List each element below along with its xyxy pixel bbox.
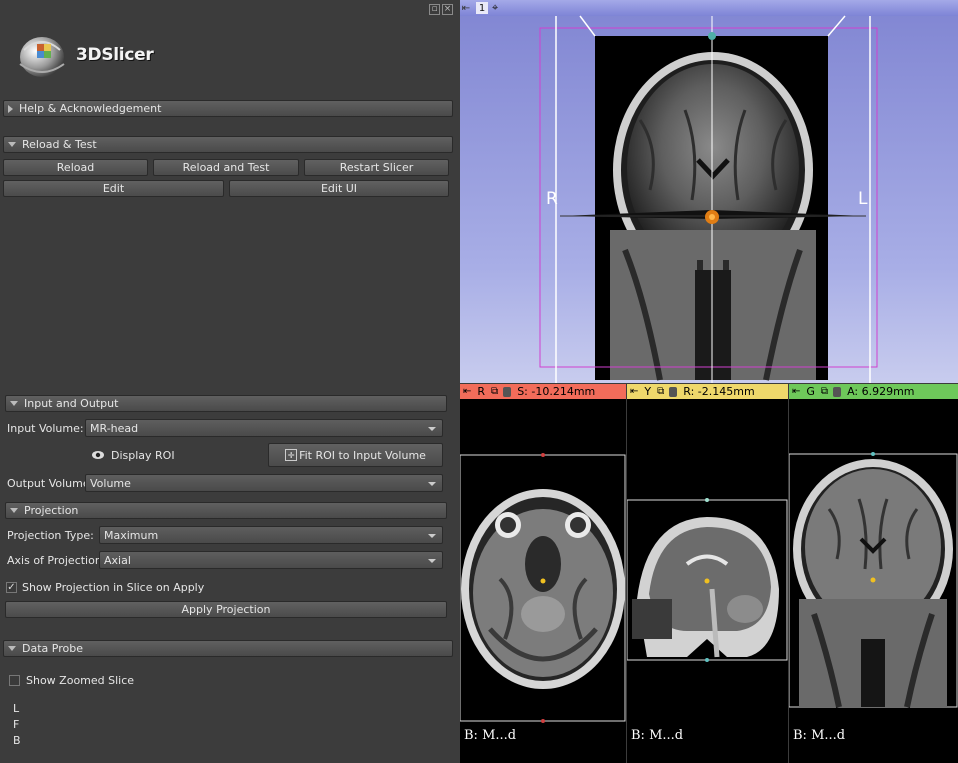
sagittal-image — [627, 498, 788, 662]
green-slice-view[interactable]: ⇤ G ⧉ A: 6.929mm B: M...d — [789, 384, 958, 763]
data-probe-section-header[interactable]: Data Probe — [3, 640, 453, 657]
3d-orientation-r: R — [546, 189, 558, 209]
zoomed-slice-checkbox[interactable] — [9, 675, 20, 686]
float-icon[interactable]: ▫ — [429, 4, 440, 15]
collapse-arrow-icon — [8, 142, 16, 147]
red-slice-view[interactable]: ⇤ R ⧉ S: -10.214mm B: M...d — [460, 384, 626, 763]
section-title: Data Probe — [22, 642, 83, 655]
projection-type-label: Projection Type: — [7, 529, 94, 542]
slice-offset: S: -10.214mm — [517, 385, 596, 398]
target-icon: ✛ — [285, 449, 298, 461]
edit-button[interactable]: Edit — [3, 180, 224, 197]
pin-icon[interactable]: ⇤ — [630, 386, 638, 397]
collapse-arrow-icon — [10, 401, 18, 406]
input-volume-select[interactable]: MR-head — [85, 419, 443, 437]
section-title: Projection — [24, 504, 79, 517]
app-logo-text: 3DSlicer — [76, 45, 154, 65]
restart-slicer-button[interactable]: Restart Slicer — [304, 159, 449, 176]
input-volume-value: MR-head — [90, 421, 139, 435]
projection-type-select[interactable]: Maximum — [99, 526, 443, 544]
green-slice-controller-bar: ⇤ G ⧉ A: 6.929mm — [789, 384, 958, 399]
chevron-down-icon — [428, 482, 436, 486]
axial-image — [460, 453, 626, 723]
chevron-down-icon — [428, 427, 436, 431]
3d-view[interactable]: ⇤ 1 ⌖ R L — [460, 0, 958, 383]
3d-render: R L — [539, 15, 878, 383]
coronal-image — [789, 452, 958, 708]
chevron-down-icon — [428, 559, 436, 563]
3d-orientation-l: L — [858, 189, 868, 209]
slice-letter: G — [806, 385, 815, 398]
slicer-logo-icon — [19, 37, 65, 77]
show-projection-label: Show Projection in Slice on Apply — [22, 581, 205, 594]
pin-icon[interactable]: ⇤ — [463, 386, 471, 397]
section-title: Input and Output — [24, 397, 119, 410]
module-panel: ▫ × 3DSlicer Help & Acknowledgement Relo… — [0, 0, 459, 763]
slice-letter: Y — [644, 385, 652, 398]
output-volume-label: Output Volume: — [7, 477, 94, 490]
link-icon[interactable]: ⧉ — [821, 386, 828, 397]
projection-type-value: Maximum — [104, 528, 159, 542]
link-icon[interactable]: ⧉ — [657, 386, 664, 397]
collapse-arrow-icon — [8, 646, 16, 651]
eye-icon[interactable] — [91, 450, 105, 460]
slice-letter: R — [477, 385, 486, 398]
section-title: Reload & Test — [22, 138, 97, 151]
close-icon[interactable]: × — [442, 4, 453, 15]
reload-and-test-button[interactable]: Reload and Test — [153, 159, 299, 176]
io-section-header[interactable]: Input and Output — [5, 395, 447, 412]
visibility-icon[interactable] — [503, 386, 512, 397]
background-layer-label: B: M...d — [631, 728, 684, 743]
fit-roi-button[interactable]: ✛ Fit ROI to Input Volume — [268, 443, 443, 467]
projection-section-header[interactable]: Projection — [5, 502, 447, 519]
probe-layer-b: B — [13, 734, 21, 747]
background-layer-label: B: M...d — [464, 728, 517, 743]
pin-icon[interactable]: ⇤ — [792, 386, 800, 397]
visibility-icon[interactable] — [669, 386, 678, 397]
collapse-arrow-icon — [10, 508, 18, 513]
yellow-slice-controller-bar: ⇤ Y ⧉ R: -2.145mm — [627, 384, 788, 399]
background-layer-label: B: M...d — [793, 728, 846, 743]
slice-offset: R: -2.145mm — [683, 385, 755, 398]
dock-controls: ▫ × — [429, 4, 453, 15]
output-volume-select[interactable]: Volume — [85, 474, 443, 492]
fit-roi-label: Fit ROI to Input Volume — [299, 448, 426, 462]
reload-section-header[interactable]: Reload & Test — [3, 136, 453, 153]
visibility-icon[interactable] — [833, 386, 842, 397]
display-roi-label: Display ROI — [111, 449, 175, 462]
section-title: Help & Acknowledgement — [19, 102, 162, 115]
yellow-slice-view[interactable]: ⇤ Y ⧉ R: -2.145mm B: M...d — [627, 384, 788, 763]
link-icon[interactable]: ⧉ — [491, 386, 498, 397]
expand-arrow-icon — [8, 104, 13, 113]
apply-projection-button[interactable]: Apply Projection — [5, 601, 447, 618]
slice-offset: A: 6.929mm — [847, 385, 915, 398]
zoomed-slice-label: Show Zoomed Slice — [26, 674, 135, 687]
red-slice-controller-bar: ⇤ R ⧉ S: -10.214mm — [460, 384, 626, 399]
help-section-header[interactable]: Help & Acknowledgement — [3, 100, 453, 117]
show-projection-checkbox[interactable]: ✓ — [6, 582, 17, 593]
projection-axis-value: Axial — [104, 553, 131, 567]
probe-layer-f: F — [13, 718, 20, 731]
reload-button[interactable]: Reload — [3, 159, 148, 176]
edit-ui-button[interactable]: Edit UI — [229, 180, 449, 197]
projection-axis-select[interactable]: Axial — [99, 551, 443, 569]
chevron-down-icon — [428, 534, 436, 538]
probe-layer-l: L — [13, 702, 20, 715]
projection-axis-label: Axis of Projection: — [7, 554, 106, 567]
output-volume-value: Volume — [90, 476, 131, 490]
input-volume-label: Input Volume: — [7, 422, 84, 435]
